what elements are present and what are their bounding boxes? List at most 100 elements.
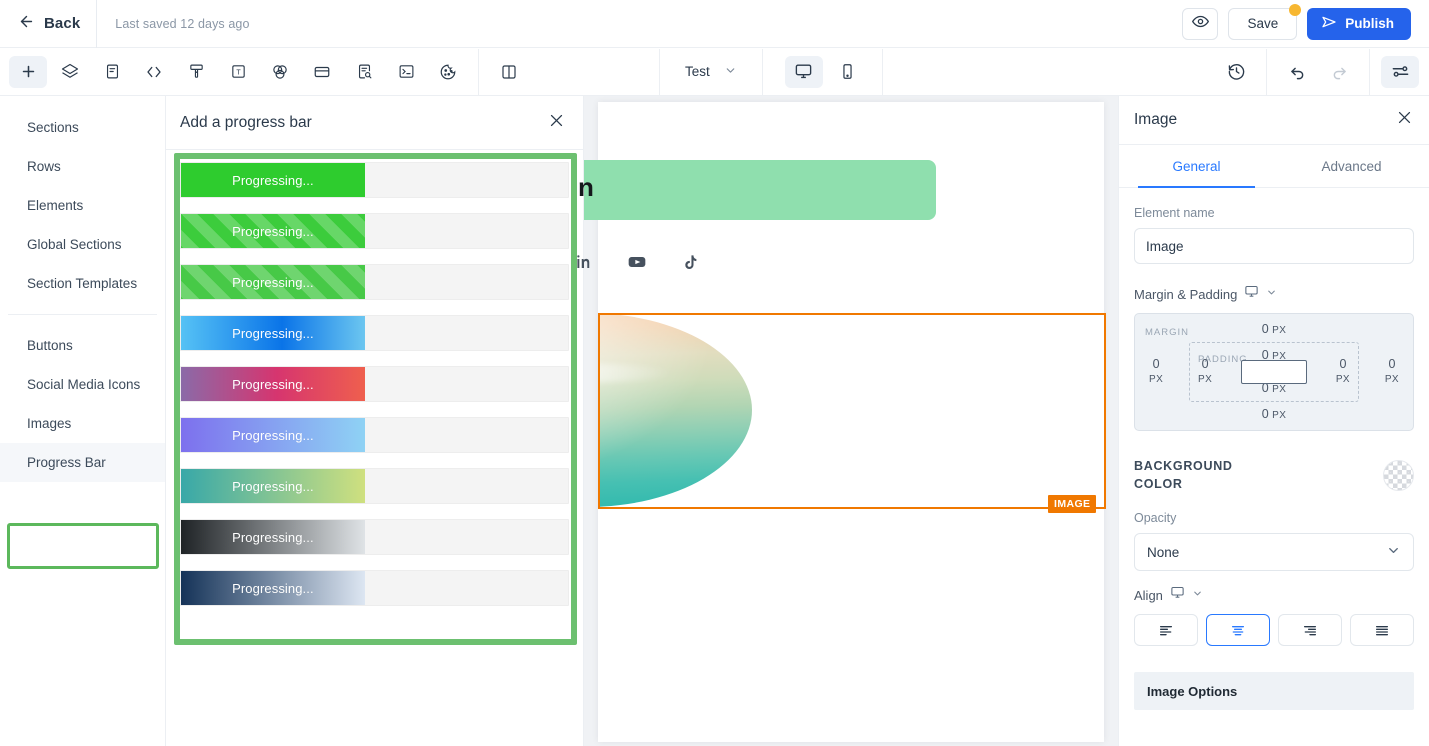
margin-top-value[interactable]: 0 PX — [1262, 322, 1287, 338]
save-button[interactable]: Save — [1228, 3, 1302, 40]
arrow-left-icon — [18, 13, 35, 35]
hero-banner[interactable] — [584, 160, 936, 220]
padding-control: PADDING 0 PX 0 PX 0 PX 0 PX — [1189, 342, 1359, 402]
tiktok-icon[interactable] — [681, 253, 700, 277]
panel-settings-button[interactable] — [1381, 55, 1419, 88]
progress-bar-option[interactable]: Progressing... — [180, 366, 569, 402]
text-button[interactable]: T — [219, 56, 257, 88]
history-button[interactable] — [1217, 56, 1255, 88]
toolbar-right-actions — [1208, 48, 1429, 95]
progress-bar-panel: Add a progress bar Progressing... Progre… — [166, 96, 584, 746]
align-label: Align — [1134, 587, 1163, 603]
margin-right-value[interactable]: 0 PX — [1385, 357, 1399, 387]
back-button[interactable]: Back — [0, 0, 96, 48]
pages-button[interactable] — [93, 56, 131, 88]
svg-text:T: T — [236, 69, 241, 77]
environment-label: Test — [685, 64, 710, 79]
padding-right-value[interactable]: 0 PX — [1336, 357, 1350, 387]
brush-button[interactable] — [177, 56, 215, 88]
linkedin-icon[interactable] — [575, 253, 593, 276]
unsaved-changes-dot — [1289, 3, 1302, 16]
sidebar-item-rows[interactable]: Rows — [0, 147, 165, 186]
sidebar-item-progress-bar[interactable]: Progress Bar — [0, 443, 165, 482]
opacity-label: Opacity — [1134, 511, 1177, 525]
progress-bar-option[interactable]: Progressing... — [180, 213, 569, 249]
background-color-swatch[interactable] — [1383, 459, 1414, 491]
desktop-view-button[interactable] — [784, 55, 823, 88]
sidebar-selection-highlight — [7, 523, 159, 569]
terminal-button[interactable] — [387, 56, 425, 88]
publish-button[interactable]: Publish — [1307, 7, 1411, 40]
image-element-selected[interactable] — [598, 313, 1106, 509]
align-right-button[interactable] — [1278, 614, 1342, 646]
sidebar-item-global-sections[interactable]: Global Sections — [0, 225, 165, 264]
undo-button[interactable] — [1278, 56, 1316, 88]
send-icon — [1321, 14, 1337, 33]
progress-bar-option[interactable]: Progressing... — [180, 315, 569, 351]
align-justify-button[interactable] — [1350, 614, 1414, 646]
progress-bar-option[interactable]: Progressing... — [180, 417, 569, 453]
sidebar-item-images[interactable]: Images — [0, 404, 165, 443]
tab-advanced[interactable]: Advanced — [1274, 145, 1429, 187]
padding-left-value[interactable]: 0 PX — [1198, 357, 1212, 387]
sidebar-item-section-templates[interactable]: Section Templates — [0, 264, 165, 303]
margin-padding-label: Margin & Padding — [1134, 286, 1238, 302]
back-label: Back — [44, 15, 81, 32]
card-button[interactable] — [303, 56, 341, 88]
tool-bar: T Test — [0, 48, 1429, 96]
margin-padding-control: MARGIN 0 PX 0 PX 0 PX 0 PX PADDING 0 PX 0P… — [1134, 313, 1414, 431]
margin-tag: MARGIN — [1145, 327, 1189, 338]
sidebar-item-social-media-icons[interactable]: Social Media Icons — [0, 365, 165, 404]
desktop-icon[interactable] — [1244, 284, 1259, 304]
progress-bar-fill: Progressing... — [181, 520, 365, 554]
properties-panel-title: Image — [1134, 111, 1178, 128]
opacity-select[interactable]: None — [1134, 533, 1414, 571]
properties-panel-header: Image — [1119, 96, 1429, 145]
progress-bar-option[interactable]: Progressing... — [180, 162, 569, 198]
toolbar-divider-6 — [1369, 48, 1370, 95]
sidebar-item-buttons[interactable]: Buttons — [0, 326, 165, 365]
chevron-down-icon[interactable] — [1266, 285, 1277, 303]
environment-selector[interactable]: Test — [669, 49, 753, 95]
element-name-input[interactable] — [1134, 228, 1414, 264]
progress-bar-fill: Progressing... — [181, 316, 365, 350]
chevron-down-icon — [1386, 543, 1401, 561]
progress-panel-title: Add a progress bar — [180, 113, 312, 131]
social-media-icons-row[interactable] — [575, 252, 700, 277]
sidebar-item-sections[interactable]: Sections — [0, 108, 165, 147]
cookie-button[interactable] — [429, 56, 467, 88]
padding-center-input[interactable] — [1241, 360, 1307, 384]
redo-button[interactable] — [1320, 56, 1358, 88]
progress-bar-fill: Progressing... — [181, 214, 365, 248]
tab-general[interactable]: General — [1119, 145, 1274, 188]
left-navigation: Sections Rows Elements Global Sections S… — [0, 96, 166, 746]
add-element-button[interactable] — [9, 55, 47, 88]
hero-banner-text: n — [578, 172, 594, 202]
preview-button[interactable] — [1182, 7, 1219, 40]
progress-bar-fill: Progressing... — [181, 163, 365, 197]
toolbar-divider-2 — [659, 48, 660, 95]
layers-button[interactable] — [51, 56, 89, 88]
form-search-button[interactable] — [345, 56, 383, 88]
progress-bar-option[interactable]: Progressing... — [180, 264, 569, 300]
youtube-icon[interactable] — [627, 252, 647, 277]
progress-bar-option[interactable]: Progressing... — [180, 519, 569, 555]
close-icon[interactable] — [1396, 109, 1413, 131]
desktop-icon[interactable] — [1170, 585, 1185, 605]
margin-left-value[interactable]: 0 PX — [1149, 357, 1163, 387]
split-view-button[interactable] — [490, 56, 528, 88]
progress-bar-option[interactable]: Progressing... — [180, 570, 569, 606]
sidebar-item-elements[interactable]: Elements — [0, 186, 165, 225]
mobile-view-button[interactable] — [829, 56, 867, 88]
chevron-down-icon[interactable] — [1192, 586, 1203, 604]
beach-photo — [600, 315, 752, 507]
margin-bottom-value[interactable]: 0 PX — [1262, 407, 1287, 423]
code-button[interactable] — [135, 56, 173, 88]
close-icon[interactable] — [548, 112, 565, 134]
align-center-button[interactable] — [1206, 614, 1270, 646]
progress-bar-option[interactable]: Progressing... — [180, 468, 569, 504]
image-options-section-header[interactable]: Image Options — [1134, 672, 1414, 710]
progress-bar-fill: Progressing... — [181, 469, 365, 503]
color-blend-button[interactable] — [261, 56, 299, 88]
align-left-button[interactable] — [1134, 614, 1198, 646]
